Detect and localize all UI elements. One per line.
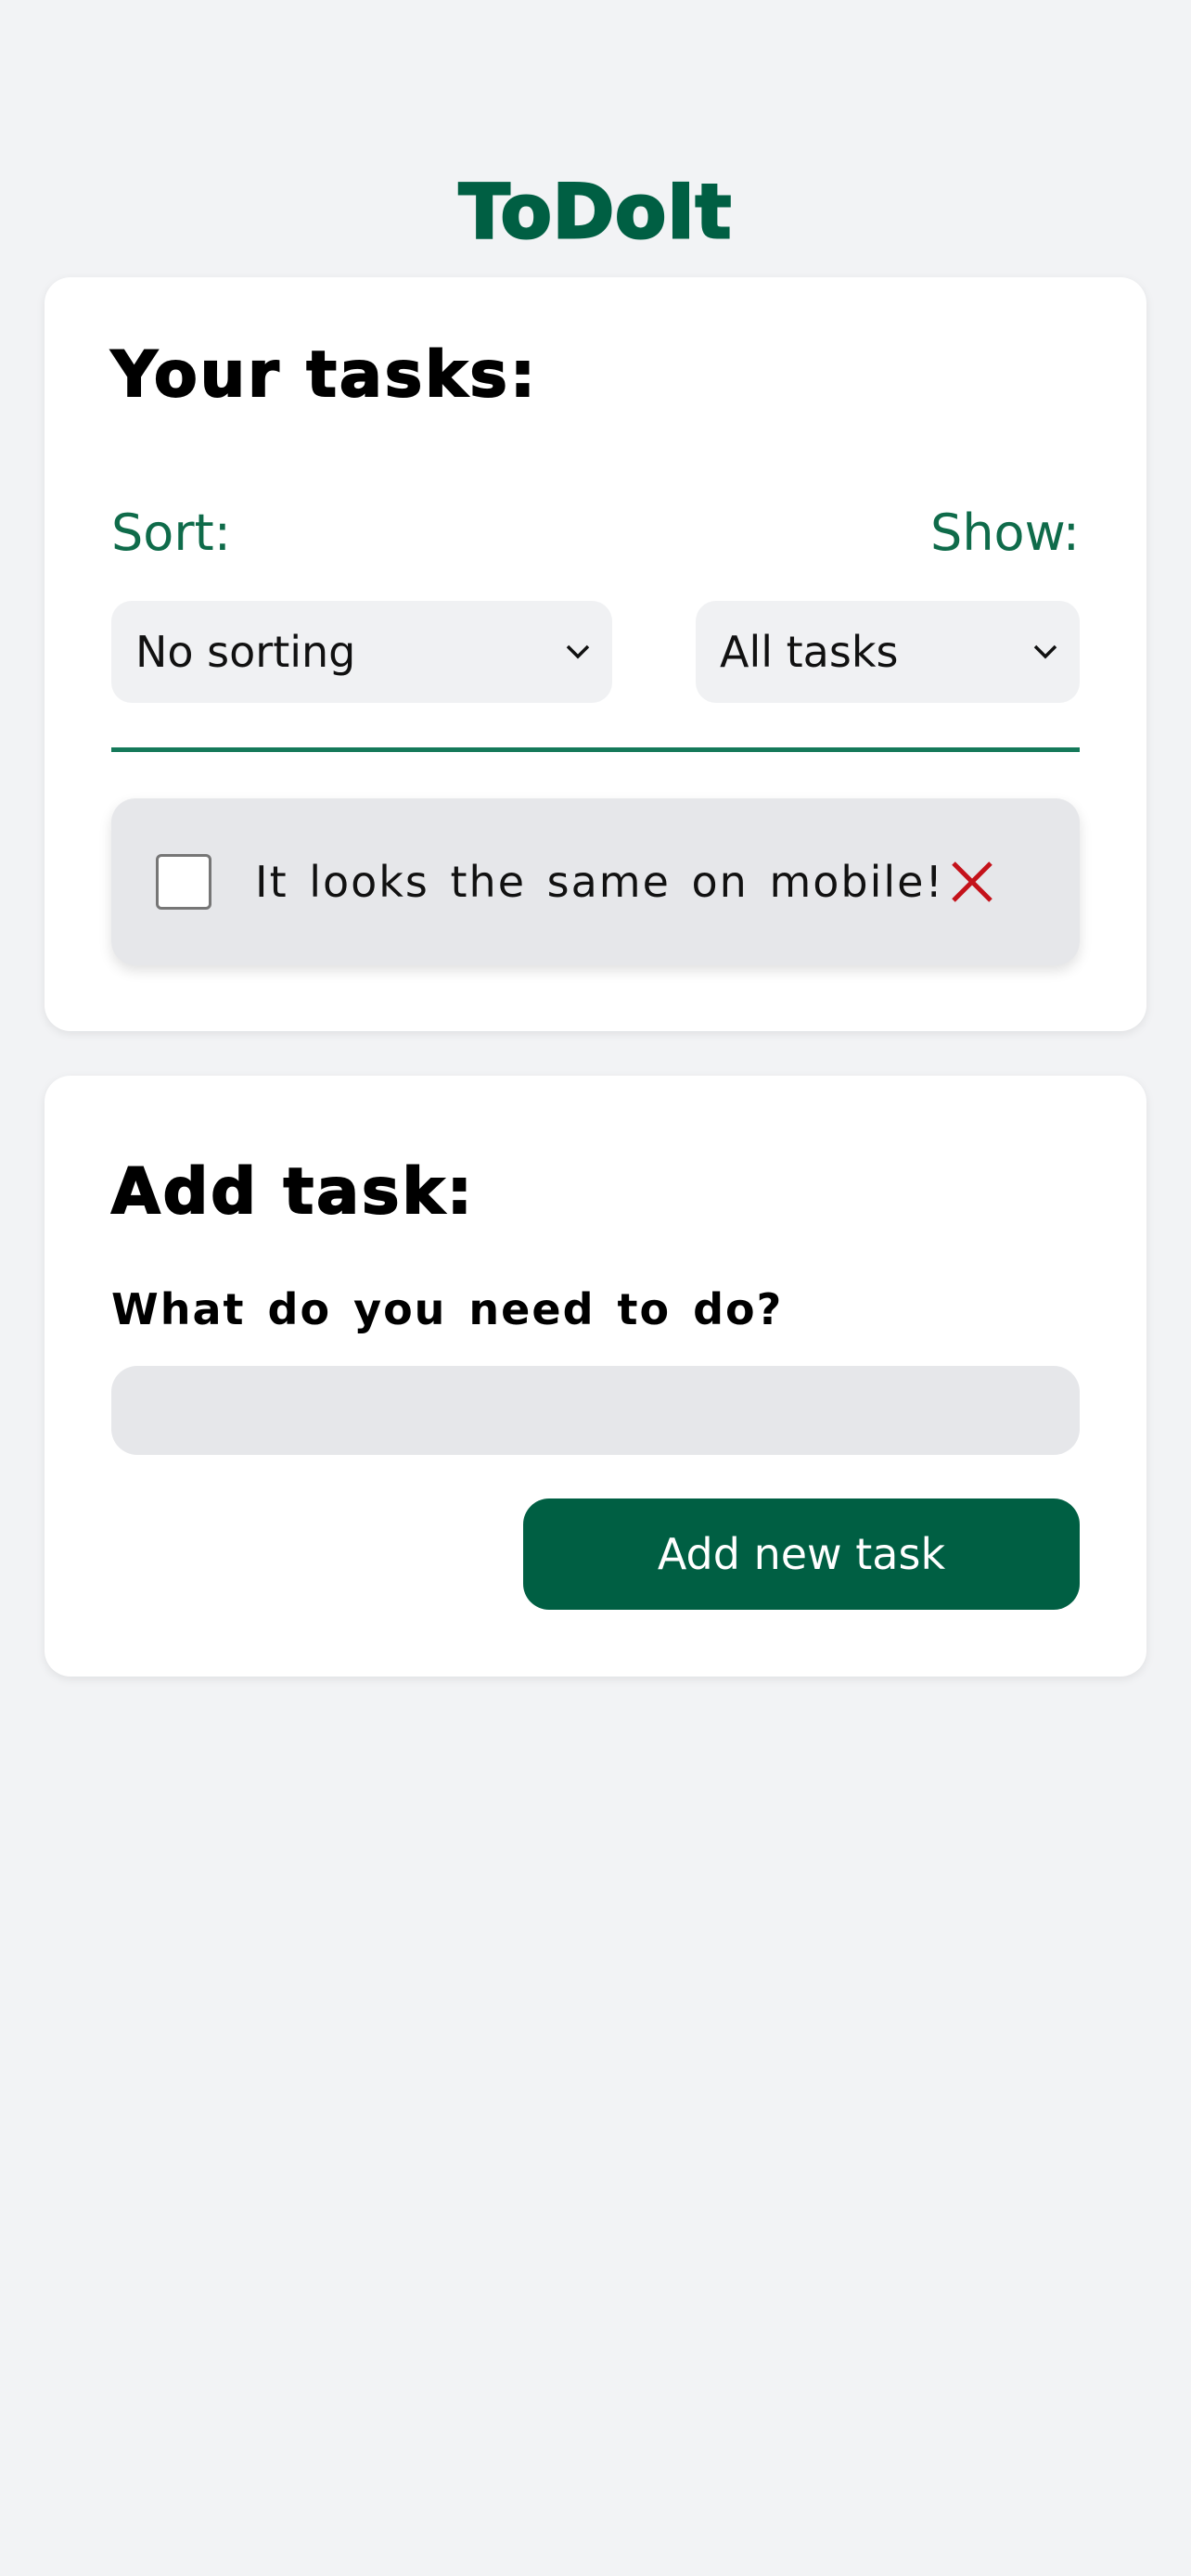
add-task-button[interactable]: Add new task xyxy=(523,1498,1080,1610)
filter-select-value: All tasks xyxy=(720,627,899,677)
sort-select-value: No sorting xyxy=(135,627,356,677)
sort-select[interactable]: No sorting xyxy=(111,601,612,703)
chevron-down-icon xyxy=(562,601,594,703)
sort-label: Sort: xyxy=(111,504,231,562)
task-item: It looks the same on mobile! xyxy=(111,798,1080,965)
app-title: ToDoIt xyxy=(457,167,733,256)
add-task-panel: Add task: What do you need to do? Add ne… xyxy=(45,1076,1146,1677)
show-label: Show: xyxy=(930,504,1080,562)
tasks-heading: Your tasks: xyxy=(110,338,539,413)
task-input[interactable] xyxy=(111,1366,1080,1455)
task-checkbox[interactable] xyxy=(156,854,211,910)
close-icon[interactable] xyxy=(946,856,998,908)
task-text: It looks the same on mobile! xyxy=(255,857,944,907)
chevron-down-icon xyxy=(1030,601,1061,703)
add-task-heading: Add task: xyxy=(110,1154,475,1230)
divider xyxy=(111,747,1080,752)
filter-select[interactable]: All tasks xyxy=(696,601,1080,703)
tasks-panel: Your tasks: Sort: Show: No sorting All t… xyxy=(45,277,1146,1031)
task-input-label: What do you need to do? xyxy=(111,1284,784,1334)
